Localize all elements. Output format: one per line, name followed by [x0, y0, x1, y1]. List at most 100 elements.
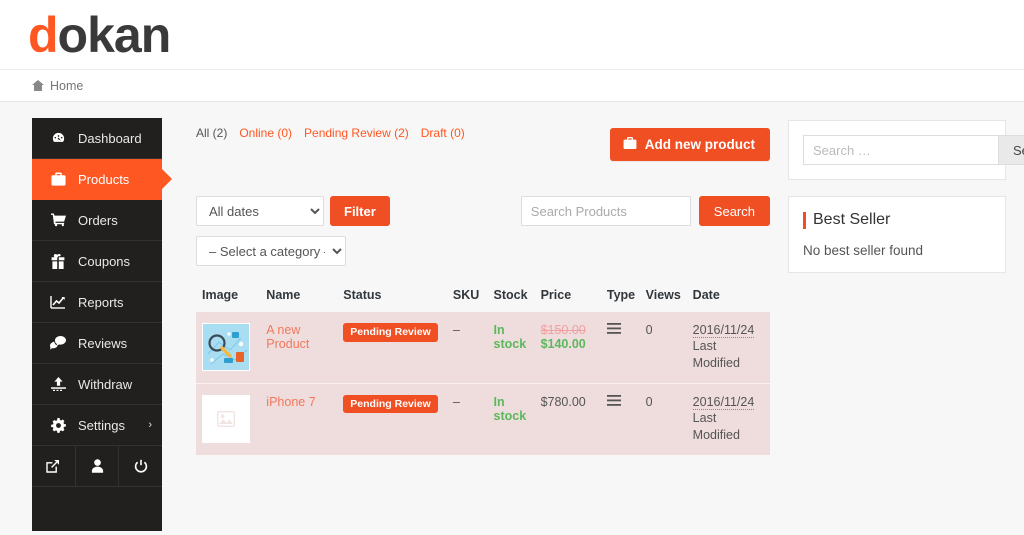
sidebar-item-withdraw[interactable]: Withdraw — [32, 364, 162, 405]
page-body: Dashboard Products Orders Coupons Report — [0, 102, 1024, 535]
breadcrumb-home-label: Home — [50, 79, 83, 93]
products-table: Image Name Status SKU Stock Price Type V… — [196, 282, 770, 455]
cell-type — [603, 312, 642, 383]
search-products-button[interactable]: Search — [699, 196, 770, 226]
visit-store-icon[interactable] — [32, 446, 76, 486]
status-filter-online[interactable]: Online (0) — [239, 126, 292, 140]
date-sublabel: Last Modified — [693, 338, 766, 372]
best-seller-title: Best Seller — [803, 211, 991, 229]
breadcrumb-home-link[interactable]: Home — [32, 79, 83, 93]
breadcrumb: Home — [0, 70, 1024, 102]
search-products-input[interactable] — [521, 196, 691, 226]
products-filter-bar: All dates Filter – Select a category – S… — [196, 196, 770, 266]
add-new-product-label: Add new product — [645, 137, 755, 152]
sidebar-item-settings[interactable]: Settings › — [32, 405, 162, 446]
date-sublabel: Last Modified — [693, 410, 766, 444]
products-main: All (2) Online (0) Pending Review (2) Dr… — [162, 118, 788, 535]
stock-status: In stock — [494, 395, 527, 423]
price-regular: $150.00 — [541, 323, 599, 337]
filters-left-group: All dates Filter – Select a category – — [196, 196, 390, 266]
product-search-group: Search — [521, 196, 770, 226]
site-logo[interactable]: dokan — [28, 10, 170, 60]
simple-product-icon — [607, 323, 621, 337]
column-header-stock: Stock — [490, 282, 537, 312]
sidebar-item-orders[interactable]: Orders — [32, 200, 162, 241]
chevron-right-icon: › — [148, 419, 152, 431]
table-row[interactable]: iPhone 7 Pending Review – In stock $780.… — [196, 383, 770, 454]
cell-name: iPhone 7 — [262, 383, 339, 454]
products-icon — [46, 172, 70, 186]
cell-stock: In stock — [490, 312, 537, 383]
search-submit-button[interactable]: Search — [998, 135, 1024, 165]
column-header-name: Name — [262, 282, 339, 312]
status-filter-pending-review[interactable]: Pending Review (2) — [304, 126, 409, 140]
search-input[interactable] — [803, 135, 998, 165]
search-form: Search — [803, 135, 991, 165]
logo-rest: okan — [58, 7, 171, 63]
status-badge: Pending Review — [343, 395, 438, 414]
products-toolbar: Add new product — [196, 144, 770, 178]
sidebar-item-label: Products — [78, 172, 129, 187]
status-filter-draft[interactable]: Draft (0) — [421, 126, 465, 140]
stock-status: In stock — [494, 323, 527, 351]
column-header-date: Date — [689, 282, 770, 312]
product-thumbnail-illustration[interactable] — [202, 323, 250, 371]
date-value: 2016/11/24 — [693, 323, 755, 338]
date-filter-row: All dates Filter — [196, 196, 390, 226]
cell-price: $150.00 $140.00 — [537, 312, 603, 383]
dashboard-sidebar: Dashboard Products Orders Coupons Report — [32, 118, 162, 531]
filter-button[interactable]: Filter — [330, 196, 390, 226]
site-header: dokan — [0, 0, 1024, 70]
sidebar-item-dashboard[interactable]: Dashboard — [32, 118, 162, 159]
product-name-link[interactable]: iPhone 7 — [266, 395, 315, 409]
simple-product-icon — [607, 395, 621, 409]
cell-stock: In stock — [490, 383, 537, 454]
sidebar-item-label: Coupons — [78, 254, 130, 269]
power-icon[interactable] — [119, 446, 162, 486]
cell-views: 0 — [642, 312, 689, 383]
product-name-link[interactable]: A new Product — [266, 323, 309, 351]
price-sale: $140.00 — [541, 337, 599, 351]
search-widget: Search — [788, 120, 1006, 180]
user-icon[interactable] — [76, 446, 120, 486]
sidebar-item-products[interactable]: Products — [32, 159, 162, 200]
gear-icon — [46, 418, 70, 433]
dashboard-icon — [46, 131, 70, 146]
sidebar-tools — [32, 446, 162, 487]
table-row[interactable]: A new Product Pending Review – In stock … — [196, 312, 770, 383]
status-filter-all[interactable]: All (2) — [196, 126, 227, 140]
cell-views: 0 — [642, 383, 689, 454]
sidebar-item-label: Reports — [78, 295, 124, 310]
home-icon — [32, 80, 44, 91]
cell-status: Pending Review — [339, 312, 449, 383]
price-regular: $780.00 — [541, 395, 586, 409]
column-header-price: Price — [537, 282, 603, 312]
sidebar-item-label: Settings — [78, 418, 125, 433]
sidebar-item-reviews[interactable]: Reviews — [32, 323, 162, 364]
sidebar-item-label: Reviews — [78, 336, 127, 351]
cell-price: $780.00 — [537, 383, 603, 454]
products-icon — [623, 137, 637, 152]
table-header-row: Image Name Status SKU Stock Price Type V… — [196, 282, 770, 312]
cell-image — [196, 383, 262, 454]
cell-date: 2016/11/24 Last Modified — [689, 383, 770, 454]
products-table-head: Image Name Status SKU Stock Price Type V… — [196, 282, 770, 312]
cell-name: A new Product — [262, 312, 339, 383]
cell-sku: – — [449, 312, 490, 383]
product-thumbnail-placeholder[interactable] — [202, 395, 250, 443]
add-new-product-button[interactable]: Add new product — [610, 128, 770, 161]
products-table-body: A new Product Pending Review – In stock … — [196, 312, 770, 455]
column-header-sku: SKU — [449, 282, 490, 312]
cell-image — [196, 312, 262, 383]
cell-type — [603, 383, 642, 454]
sidebar-item-coupons[interactable]: Coupons — [32, 241, 162, 282]
upload-icon — [46, 377, 70, 391]
comment-icon — [46, 336, 70, 350]
sidebar-item-reports[interactable]: Reports — [32, 282, 162, 323]
category-filter-select[interactable]: – Select a category – — [196, 236, 346, 266]
column-header-status: Status — [339, 282, 449, 312]
date-filter-select[interactable]: All dates — [196, 196, 324, 226]
status-badge: Pending Review — [343, 323, 438, 342]
cell-sku: – — [449, 383, 490, 454]
right-sidebar: Search Best Seller No best seller found — [788, 118, 1006, 535]
